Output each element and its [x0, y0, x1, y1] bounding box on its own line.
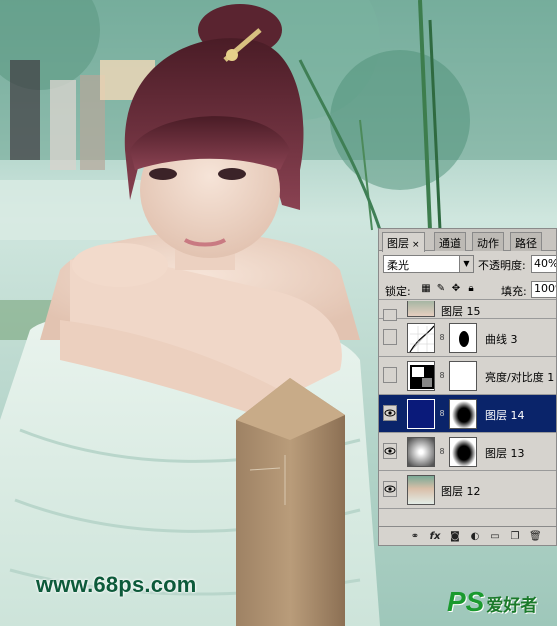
mask-icon[interactable]: ◙: [449, 531, 461, 543]
blend-mode-value: 柔光: [387, 259, 409, 272]
layer-name: 图层 13: [485, 447, 525, 460]
visibility-toggle[interactable]: [383, 329, 397, 345]
tab-layers[interactable]: 图层 ×: [382, 232, 425, 252]
watermark-logo-ps: PS: [447, 586, 485, 617]
link-icon[interactable]: 8: [439, 409, 445, 419]
fill-input[interactable]: 100%: [531, 281, 556, 298]
layer-thumbnail: [407, 475, 435, 505]
lock-all-icon[interactable]: 🔒︎: [465, 283, 477, 295]
link-icon[interactable]: 8: [439, 447, 445, 457]
tab-close-icon[interactable]: ×: [412, 240, 420, 250]
layer-name: 图层 14: [485, 409, 525, 422]
visibility-toggle[interactable]: [383, 367, 397, 383]
layer-name: 图层 15: [441, 305, 481, 318]
visibility-toggle[interactable]: [383, 443, 397, 459]
opacity-input[interactable]: 40%: [531, 255, 556, 273]
layer-name: 图层 12: [441, 485, 481, 498]
layer-row[interactable]: 图层 12: [379, 471, 556, 509]
link-icon[interactable]: 8: [439, 371, 445, 381]
tab-actions-label: 动作: [477, 237, 499, 250]
layer-mask-thumbnail: [449, 361, 477, 391]
link-icon[interactable]: ⚭: [409, 531, 421, 543]
fx-icon[interactable]: fx: [429, 531, 441, 543]
new-layer-icon[interactable]: ❐: [509, 531, 521, 543]
watermark-url: www.68ps.com: [36, 572, 197, 597]
watermark-logo-text: 爱好者: [486, 596, 538, 615]
layer-row[interactable]: 图层 15: [379, 301, 556, 321]
lock-row: 锁定: ▦ ✎ ✥ 🔒︎ 填充: 100%: [379, 280, 556, 300]
lock-brush-icon[interactable]: ✎: [435, 283, 447, 295]
layer-row-selected[interactable]: 8 图层 14: [379, 395, 556, 433]
lock-move-icon[interactable]: ✥: [450, 283, 462, 295]
brightness-thumbnail: [407, 361, 435, 391]
group-icon[interactable]: ▭: [489, 531, 501, 543]
link-icon[interactable]: 8: [439, 333, 445, 343]
blend-row: 柔光 ▼ 不透明度: 40%: [379, 254, 556, 276]
tab-layers-label: 图层: [387, 237, 409, 250]
lock-transparency-icon[interactable]: ▦: [420, 283, 432, 295]
layers-list: 图层 15 8 曲线 3 8 亮度/对比度 1 8 图层 14 8 图层 13 …: [379, 301, 556, 525]
layer-row[interactable]: 8 亮度/对比度 1: [379, 357, 556, 395]
tab-paths-label: 路径: [515, 237, 537, 250]
fill-label: 填充:: [501, 285, 527, 298]
adjustment-icon[interactable]: ◐: [469, 531, 481, 543]
tab-paths[interactable]: 路径: [510, 232, 542, 251]
trash-icon[interactable]: 🗑︎: [529, 531, 542, 543]
layers-panel: 图层 × 通道 动作 路径 柔光 ▼ 不透明度: 40% 锁定: ▦ ✎ ✥ 🔒︎…: [378, 228, 557, 546]
layer-mask-thumbnail: [449, 437, 477, 467]
lock-label: 锁定:: [385, 285, 411, 298]
layer-name: 曲线 3: [485, 333, 518, 346]
watermark-logo: PS 爱好者: [447, 586, 553, 620]
tab-actions[interactable]: 动作: [472, 232, 504, 251]
blend-mode-select[interactable]: 柔光 ▼: [383, 255, 474, 273]
panel-footer: ⚭ fx ◙ ◐ ▭ ❐ 🗑︎: [379, 526, 556, 545]
layer-name: 亮度/对比度 1: [485, 371, 555, 384]
layer-thumbnail: [407, 301, 435, 317]
layer-row[interactable]: 8 图层 13: [379, 433, 556, 471]
layer-mask-thumbnail: [449, 399, 477, 429]
tab-channels[interactable]: 通道: [434, 232, 466, 251]
tab-channels-label: 通道: [439, 237, 461, 250]
layer-mask-thumbnail: [449, 323, 477, 353]
chevron-down-icon[interactable]: ▼: [459, 256, 473, 272]
curves-thumbnail: [407, 323, 435, 353]
layer-row[interactable]: 8 曲线 3: [379, 319, 556, 357]
layer-thumbnail: [407, 437, 435, 467]
visibility-toggle[interactable]: [383, 481, 397, 497]
layer-thumbnail: [407, 399, 435, 429]
panel-tabbar: 图层 × 通道 动作 路径: [379, 229, 556, 252]
opacity-label: 不透明度:: [478, 259, 526, 272]
visibility-toggle[interactable]: [383, 405, 397, 421]
